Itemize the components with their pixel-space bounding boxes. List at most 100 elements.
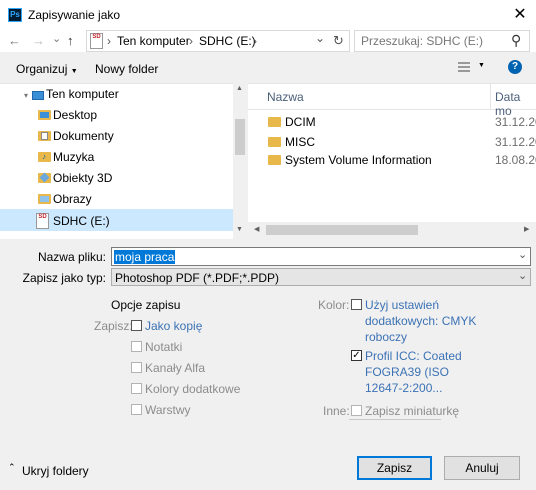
address-bar[interactable]: SD › Ten komputer › SDHC (E:) › ⌄ ↻ (86, 30, 350, 52)
window-title: Zapisywanie jako (28, 8, 121, 22)
file-name: System Volume Information (285, 153, 432, 167)
folder-icon (268, 137, 281, 147)
use-proof-setup-label-line3[interactable]: roboczy (365, 330, 407, 344)
file-list-horizontal-scrollbar[interactable]: ◀ ▶ (248, 222, 536, 239)
file-row[interactable]: System Volume Information 18.08.201 (248, 151, 536, 169)
divider (349, 419, 441, 420)
alpha-channels-label: Kanały Alfa (145, 361, 206, 375)
folder-icon (268, 155, 281, 165)
computer-icon (32, 91, 44, 100)
pictures-folder-icon (38, 194, 51, 204)
as-copy-label[interactable]: Jako kopię (145, 319, 202, 333)
breadcrumb-separator: › (189, 34, 193, 48)
refresh-icon[interactable]: ↻ (333, 33, 344, 49)
thumbnail-checkbox[interactable] (351, 405, 362, 416)
use-proof-setup-checkbox[interactable] (351, 299, 362, 310)
save-options-heading: Opcje zapisu (111, 298, 181, 312)
3d-objects-folder-icon (38, 172, 51, 183)
breadcrumb-this-pc[interactable]: Ten komputer (117, 34, 190, 48)
search-box[interactable]: Przeszukaj: SDHC (E:) ⚲ (354, 30, 530, 52)
scrollbar-thumb[interactable] (235, 119, 245, 155)
file-row[interactable]: DCIM 31.12.201 (248, 113, 536, 131)
icc-profile-label-line2[interactable]: FOGRA39 (ISO (365, 365, 449, 379)
other-label: Inne: (323, 404, 350, 418)
new-folder-button[interactable]: Nowy folder (95, 62, 158, 76)
file-date: 18.08.201 (495, 153, 536, 167)
cancel-button[interactable]: Anuluj (444, 456, 520, 480)
navigation-pane: ▾ Ten komputer Desktop Dokumenty ♪ Muzyk… (0, 83, 247, 239)
navigation-pane-scrollbar[interactable]: ▲ ▼ (233, 83, 247, 239)
file-type-label: Zapisz jako typ: (22, 271, 106, 285)
file-date: 31.12.201 (495, 135, 536, 149)
view-options-icon[interactable] (458, 61, 470, 73)
alpha-channels-checkbox[interactable] (131, 362, 142, 373)
breadcrumb-separator: › (107, 34, 111, 48)
breadcrumb-sd-card[interactable]: SDHC (E:) (199, 34, 256, 48)
up-arrow-icon[interactable]: ↑ (67, 31, 74, 51)
recent-locations-chevron-icon[interactable]: ⌄ (52, 29, 61, 49)
tree-item-3d-objects[interactable]: Obiekty 3D (53, 168, 112, 188)
file-row[interactable]: MISC 31.12.201 (248, 133, 536, 151)
file-name-field[interactable]: moja praca ⌄ (111, 247, 531, 266)
back-arrow-icon[interactable]: ← (8, 31, 21, 51)
scroll-up-arrow-icon[interactable]: ▲ (236, 85, 243, 92)
hide-folders-button[interactable]: Ukryj foldery (22, 464, 89, 478)
folder-icon (268, 117, 281, 127)
desktop-folder-icon (38, 110, 51, 120)
expand-chevron-icon[interactable]: ▾ (24, 86, 28, 106)
spot-colors-checkbox[interactable] (131, 383, 142, 394)
color-label: Kolor: (318, 298, 350, 312)
scroll-left-arrow-icon[interactable]: ◀ (254, 225, 259, 233)
command-toolbar (0, 55, 536, 83)
photoshop-app-icon: Ps (8, 8, 22, 22)
file-type-dropdown-chevron-icon[interactable]: ⌄ (518, 269, 527, 282)
as-copy-checkbox[interactable] (131, 320, 142, 331)
sd-card-icon: SD (36, 213, 49, 229)
close-button[interactable]: ✕ (508, 4, 532, 26)
file-name-label: Nazwa pliku: (37, 250, 106, 264)
collapse-chevron-icon[interactable]: ⌃ (8, 462, 16, 473)
save-as-label: Zapisz: (94, 319, 133, 333)
search-icon[interactable]: ⚲ (511, 32, 521, 49)
file-name-dropdown-chevron-icon[interactable]: ⌄ (518, 248, 527, 261)
column-divider[interactable] (490, 84, 491, 110)
scroll-down-arrow-icon[interactable]: ▼ (236, 226, 243, 233)
address-dropdown-chevron-icon[interactable]: ⌄ (315, 31, 325, 45)
file-name: DCIM (285, 115, 316, 129)
notes-label: Notatki (145, 340, 183, 354)
help-icon[interactable]: ? (508, 60, 522, 74)
spot-colors-label: Kolory dodatkowe (145, 382, 241, 396)
search-input[interactable]: Przeszukaj: SDHC (E:) (361, 34, 483, 48)
notes-checkbox[interactable] (131, 341, 142, 352)
tree-item-selected-highlight (0, 209, 233, 231)
tree-item-sd-card[interactable]: SDHC (E:) (53, 211, 110, 231)
scrollbar-thumb[interactable] (266, 225, 418, 235)
forward-arrow-icon[interactable]: → (32, 31, 45, 51)
scroll-right-arrow-icon[interactable]: ▶ (524, 225, 529, 233)
icc-profile-label-line3[interactable]: 12647-2:200... (365, 381, 442, 395)
tree-item-desktop[interactable]: Desktop (53, 105, 97, 125)
organize-label: Organizuj (16, 62, 68, 76)
music-folder-icon: ♪ (38, 152, 51, 162)
file-name: MISC (285, 135, 315, 149)
view-dropdown-arrow-icon[interactable]: ▼ (478, 62, 485, 69)
tree-item-pictures[interactable]: Obrazy (53, 189, 92, 209)
icc-profile-checkbox[interactable]: ✓ (351, 350, 362, 361)
dropdown-arrow-icon: ▼ (70, 68, 78, 75)
file-name-value[interactable]: moja praca (114, 250, 176, 264)
use-proof-setup-label-line1[interactable]: Użyj ustawień (365, 298, 439, 312)
sd-card-icon: SD (90, 33, 103, 49)
column-header-name[interactable]: Nazwa (267, 90, 304, 104)
tree-item-this-pc[interactable]: Ten komputer (46, 84, 119, 104)
file-date: 31.12.201 (495, 115, 536, 129)
tree-item-documents[interactable]: Dokumenty (53, 126, 114, 146)
save-button[interactable]: Zapisz (357, 456, 432, 480)
file-type-select[interactable]: Photoshop PDF (*.PDF;*.PDP) ⌄ (111, 268, 531, 286)
layers-checkbox[interactable] (131, 404, 142, 415)
tree-item-music[interactable]: Muzyka (53, 147, 94, 167)
organize-menu-button[interactable]: Organizuj ▼ (16, 62, 78, 76)
icc-profile-label-line1[interactable]: Profil ICC: Coated (365, 349, 462, 363)
thumbnail-label: Zapisz miniaturkę (365, 404, 460, 418)
use-proof-setup-label-line2[interactable]: dodatkowych: CMYK (365, 314, 476, 328)
breadcrumb-separator: › (253, 34, 257, 48)
